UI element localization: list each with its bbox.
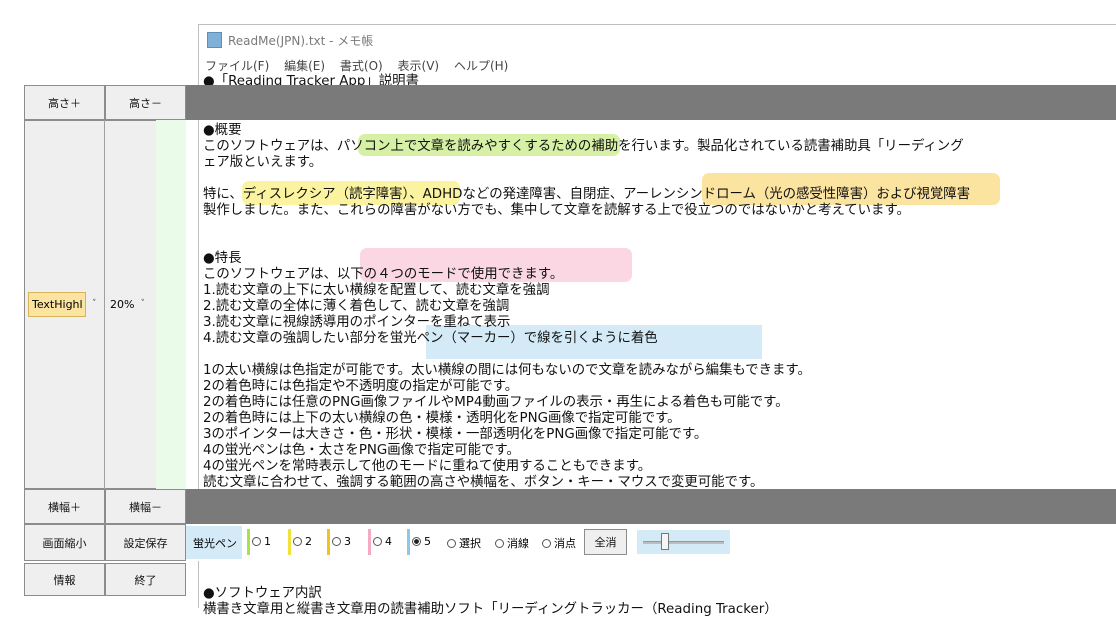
erase-line-option[interactable]: 消線 — [495, 535, 529, 551]
column-divider — [104, 120, 105, 489]
color-swatch-3 — [327, 529, 330, 555]
color-swatch-4 — [368, 529, 371, 555]
erase-all-button[interactable]: 全消 — [584, 529, 627, 555]
slider-thumb[interactable] — [661, 533, 669, 550]
text-line: 4の蛍光ペンは色・太さをPNG画像で指定可能です。 — [203, 443, 520, 458]
mode-select-value: TextHighl — [28, 291, 86, 317]
radio-2-icon — [293, 537, 302, 546]
radio-3-icon — [332, 537, 341, 546]
highlighter-toolbar: 蛍光ペン 1 2 3 4 5 選択 消線 消点 全消 — [186, 524, 746, 561]
pen-option-3[interactable]: 3 — [332, 535, 351, 548]
pen-option-5[interactable]: 5 — [412, 535, 431, 548]
reading-strip — [156, 120, 186, 489]
text-line: 1.読む文章の上下に太い横線を配置して、読む文章を強調 — [203, 283, 550, 298]
height-plus-button[interactable]: 高さ＋ — [24, 85, 105, 120]
text-line: 2の着色時には任意のPNG画像ファイルやMP4動画ファイルの表示・再生による着色… — [203, 395, 789, 410]
text-line: 2の着色時には上下の太い横線の色・模様・透明化をPNG画像で指定可能です。 — [203, 411, 681, 426]
text-line: 2の着色時には色指定や不透明度の指定が可能です。 — [203, 379, 519, 394]
color-swatch-2 — [288, 529, 291, 555]
chevron-down-icon: ˅ — [140, 299, 145, 309]
highlighter-label: 蛍光ペン — [193, 537, 237, 550]
text-line: 4の蛍光ペンを常時表示して他のモードに重ねて使用することもできます。 — [203, 459, 652, 474]
pen-width-slider[interactable] — [637, 530, 730, 554]
text-line-bottom: ●ソフトウェア内訳 — [203, 586, 322, 601]
slider-track — [643, 541, 724, 544]
erase-point-option[interactable]: 消点 — [542, 535, 576, 551]
width-plus-button[interactable]: 横幅＋ — [24, 489, 105, 524]
radio-select-icon — [447, 539, 456, 548]
radio-erase-line-icon — [495, 539, 504, 548]
text-line: 3.読む文章に視線誘導用のポインターを重ねて表示 — [203, 315, 511, 330]
mode-select[interactable]: TextHighl ˅ — [28, 290, 102, 318]
text-line: 1の太い横線は色指定が可能です。太い横線の間には何もないので文章を読みながら編集… — [203, 363, 811, 378]
text-line: 製作しました。また、これらの障害がない方でも、集中して文章を読解する上で役立つの… — [203, 203, 910, 218]
text-area[interactable]: ●「Reading Tracker App」説明書 ●概要 このソフトウェアは、… — [198, 0, 1116, 617]
color-swatch-1 — [247, 529, 250, 555]
chevron-down-icon: ˅ — [92, 299, 97, 309]
radio-4-icon — [373, 537, 382, 546]
text-line: ェア版といえます。 — [203, 155, 323, 170]
text-line: 2.読む文章の全体に薄く着色して、読む文章を強調 — [203, 299, 510, 314]
text-line: ●概要 — [203, 123, 242, 138]
text-line: 4.読む文章の強調したい部分を蛍光ペン（マーカー）で線を引くように着色 — [203, 331, 658, 346]
info-button[interactable]: 情報 — [24, 563, 105, 596]
pen-option-2[interactable]: 2 — [293, 535, 312, 548]
radio-5-icon — [412, 537, 421, 546]
exit-button[interactable]: 終了 — [105, 563, 186, 596]
width-minus-button[interactable]: 横幅－ — [105, 489, 186, 524]
select-option[interactable]: 選択 — [447, 535, 481, 551]
opacity-select[interactable]: 20% ˅ — [110, 290, 154, 318]
radio-erase-point-icon — [542, 539, 551, 548]
text-line: 読む文章に合わせて、強調する範囲の高さや横幅を、ボタン・キー・マウスで変更可能で… — [203, 475, 764, 490]
text-line: このソフトウェアは、以下の４つのモードで使用できます。 — [203, 267, 564, 282]
color-swatch-5 — [407, 529, 410, 555]
height-minus-button[interactable]: 高さ－ — [105, 85, 186, 120]
text-line: ●特長 — [203, 251, 242, 266]
shrink-screen-button[interactable]: 画面縮小 — [24, 524, 105, 561]
text-line: 3のポインターは大きさ・色・形状・模様・一部透明化をPNG画像で指定可能です。 — [203, 427, 708, 442]
text-line-bottom-partial: 横書き文章用と縦書き文章用の読書補助ソフト「リーディングトラッカー（Readin… — [203, 602, 778, 617]
pen-option-1[interactable]: 1 — [252, 535, 271, 548]
save-settings-button[interactable]: 設定保存 — [105, 524, 186, 561]
opacity-select-value: 20% — [110, 297, 135, 311]
radio-1-icon — [252, 537, 261, 546]
pen-option-4[interactable]: 4 — [373, 535, 392, 548]
text-line: このソフトウェアは、パソコン上で文章を読みやすくするための補助を行います。製品化… — [203, 139, 964, 154]
text-line: 特に、ディスレクシア（読字障害）、ADHDなどの発達障害、自閉症、アーレンシンド… — [203, 187, 971, 202]
text-line-top: ●「Reading Tracker App」説明書 — [203, 74, 419, 89]
